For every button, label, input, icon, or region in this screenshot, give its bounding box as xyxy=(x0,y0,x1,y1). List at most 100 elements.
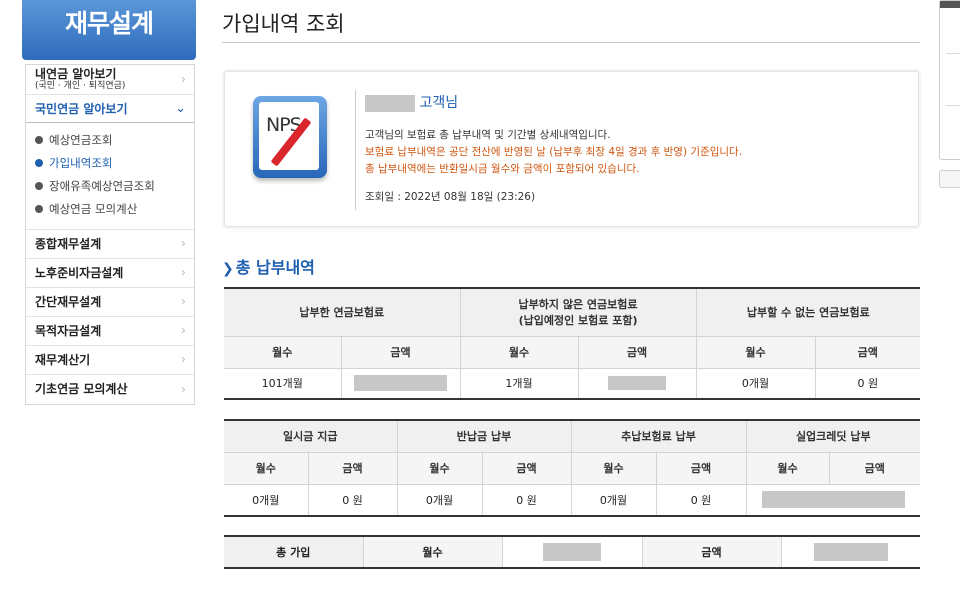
sidebar-item-comprehensive[interactable]: 종합재무설계 › xyxy=(26,230,194,259)
table-row: 0개월 0 원 0개월 0 원 0개월 0 원 xyxy=(224,483,921,517)
table-header: 금액 xyxy=(814,335,921,369)
table-header: 납부하지 않은 연금보험료 (납입예정인 보험료 포함) xyxy=(459,287,697,337)
page-title: 가입내역 조회 xyxy=(222,12,345,36)
table-cell xyxy=(340,367,461,400)
table-cell: 0개월 xyxy=(224,483,309,517)
submenu-item-disability-survivor[interactable]: 장애유족예상연금조회 xyxy=(35,175,194,198)
table-cell: 0 원 xyxy=(307,483,398,517)
submenu-item-enrollment-history[interactable]: 가입내역조회 xyxy=(35,152,194,175)
header-line: 납부하지 않은 연금보험료 xyxy=(518,298,638,312)
table-header: 납부할 수 없는 연금보험료 xyxy=(695,287,921,337)
table-header: 실업크레딧 납부 xyxy=(745,419,921,453)
table-cell: 0개월 xyxy=(570,483,657,517)
chevron-down-icon: ⌄ xyxy=(175,100,186,116)
table-header: 금액 xyxy=(481,451,572,485)
redacted-value xyxy=(354,375,447,392)
table-cell: 0 원 xyxy=(481,483,572,517)
chevron-right-icon: › xyxy=(180,382,186,397)
sidebar-submenu: 예상연금조회 가입내역조회 장애유족예상연금조회 예상연금 모의계산 xyxy=(26,123,194,230)
quick-menu-panel[interactable] xyxy=(939,0,960,160)
table-header: 월수 xyxy=(459,335,579,369)
chevron-right-icon: › xyxy=(180,265,186,281)
sidebar-item-national-pension[interactable]: 국민연금 알아보기 ⌄ xyxy=(26,95,194,123)
table-cell: 0개월 xyxy=(695,367,816,400)
chevron-right-icon: › xyxy=(180,323,186,339)
sidebar-nav: 내연금 알아보기 (국민 · 개인 · 퇴직연금) › 국민연금 알아보기 ⌄ … xyxy=(25,64,195,405)
brand-title[interactable]: 재무설계 xyxy=(22,0,196,60)
sidebar-item-label: 노후준비자금설계 xyxy=(35,266,124,280)
table-header: 반납금 납부 xyxy=(396,419,572,453)
query-date: 조회일 : 2022년 08월 18일 (23:26) xyxy=(365,191,536,203)
sidebar-item-purpose-fund[interactable]: 목적자금설계 › xyxy=(26,317,194,346)
chevron-right-icon: › xyxy=(180,352,186,368)
table-header: 금액 xyxy=(828,451,921,485)
divider xyxy=(355,90,356,210)
table-header: 추납보험료 납부 xyxy=(570,419,747,453)
sidebar-item-label: 국민연금 알아보기 xyxy=(35,102,128,116)
bullet-icon xyxy=(35,135,43,144)
table-cell xyxy=(501,535,643,569)
table-header: 금액 xyxy=(641,535,782,569)
info-warning-line: 총 납부내역에는 반환일시금 월수와 금액이 포함되어 있습니다. xyxy=(365,163,640,175)
table-header: 금액 xyxy=(307,451,398,485)
table-cell: 0 원 xyxy=(814,367,921,400)
info-warning-line: 보험료 납부내역은 공단 전산에 반영된 날 (납부후 최장 4일 경과 후 반… xyxy=(365,146,743,158)
table-header: 일시금 지급 xyxy=(224,419,398,453)
divider xyxy=(946,105,960,106)
table-header: 월수 xyxy=(570,451,657,485)
submenu-label: 예상연금조회 xyxy=(49,133,113,147)
submenu-label: 예상연금 모의계산 xyxy=(49,202,138,216)
sidebar-item-retirement-fund[interactable]: 노후준비자금설계 › xyxy=(26,259,194,288)
bullet-icon xyxy=(35,158,43,167)
redacted-value xyxy=(543,543,601,561)
table-header: 월수 xyxy=(224,451,309,485)
special-payment-table: 일시금 지급 반납금 납부 추납보험료 납부 실업크레딧 납부 월수 금액 월수… xyxy=(224,419,921,517)
sidebar-item-basic-pension[interactable]: 기초연금 모의계산 › xyxy=(26,375,194,404)
table-header: 월수 xyxy=(745,451,830,485)
table-cell: 101개월 xyxy=(224,367,342,400)
table-header: 금액 xyxy=(577,335,697,369)
quick-menu-button[interactable] xyxy=(939,170,960,188)
info-line: 고객님의 보험료 총 납부내역 및 기간별 상세내역입니다. xyxy=(365,129,611,141)
sidebar-item-my-pension[interactable]: 내연금 알아보기 (국민 · 개인 · 퇴직연금) › xyxy=(26,65,194,95)
sidebar-item-calculator[interactable]: 재무계산기 › xyxy=(26,346,194,375)
chevron-right-icon: › xyxy=(180,294,186,310)
chevron-right-icon: ❯ xyxy=(222,261,234,277)
redacted-value xyxy=(761,491,905,509)
submenu-item-expected-pension[interactable]: 예상연금조회 xyxy=(35,129,194,152)
chevron-right-icon: › xyxy=(180,72,186,87)
customer-suffix: 고객님 xyxy=(419,95,459,111)
redacted-value xyxy=(608,376,667,391)
section-title-text: 총 납부내역 xyxy=(235,258,315,277)
table-header: 금액 xyxy=(655,451,747,485)
sidebar-item-label: 목적자금설계 xyxy=(35,324,102,338)
sidebar-item-label: 종합재무설계 xyxy=(35,237,102,251)
submenu-item-simulation[interactable]: 예상연금 모의계산 xyxy=(35,198,194,221)
divider xyxy=(946,53,960,54)
submenu-label: 장애유족예상연금조회 xyxy=(49,179,155,193)
redacted-name xyxy=(365,94,415,112)
table-cell xyxy=(577,367,697,400)
table-cell xyxy=(745,483,921,517)
quick-menu-topbar xyxy=(940,1,960,8)
bullet-icon xyxy=(35,204,43,213)
table-row: 총 가입 월수 금액 xyxy=(224,535,920,569)
table-header: 금액 xyxy=(340,335,461,369)
table-header: 월수 xyxy=(362,535,503,569)
sidebar-item-label: 내연금 알아보기 xyxy=(35,67,117,81)
info-description: 고객님의 보험료 총 납부내역 및 기간별 상세내역입니다. 보험료 납부내역은… xyxy=(365,127,742,178)
table-cell: 1개월 xyxy=(459,367,579,400)
header-line: (납입예정인 보험료 포함) xyxy=(518,314,638,328)
table-header: 월수 xyxy=(224,335,342,369)
submenu-label: 가입내역조회 xyxy=(49,156,113,170)
customer-name: 고객님 xyxy=(365,92,458,112)
table-header: 월수 xyxy=(695,335,816,369)
chevron-right-icon: › xyxy=(180,236,186,252)
customer-info-box: NPS 고객님 고객님의 보험료 총 납부내역 및 기간별 상세내역입니다. 보… xyxy=(224,71,919,227)
payment-summary-table: 납부한 연금보험료 납부하지 않은 연금보험료 (납입예정인 보험료 포함) 납부… xyxy=(224,287,921,400)
sidebar-item-label: 간단재무설계 xyxy=(35,295,102,309)
table-cell: 0개월 xyxy=(396,483,483,517)
total-enrollment-table: 총 가입 월수 금액 xyxy=(224,535,920,569)
sidebar-item-simple[interactable]: 간단재무설계 › xyxy=(26,288,194,317)
table-cell: 0 원 xyxy=(655,483,747,517)
